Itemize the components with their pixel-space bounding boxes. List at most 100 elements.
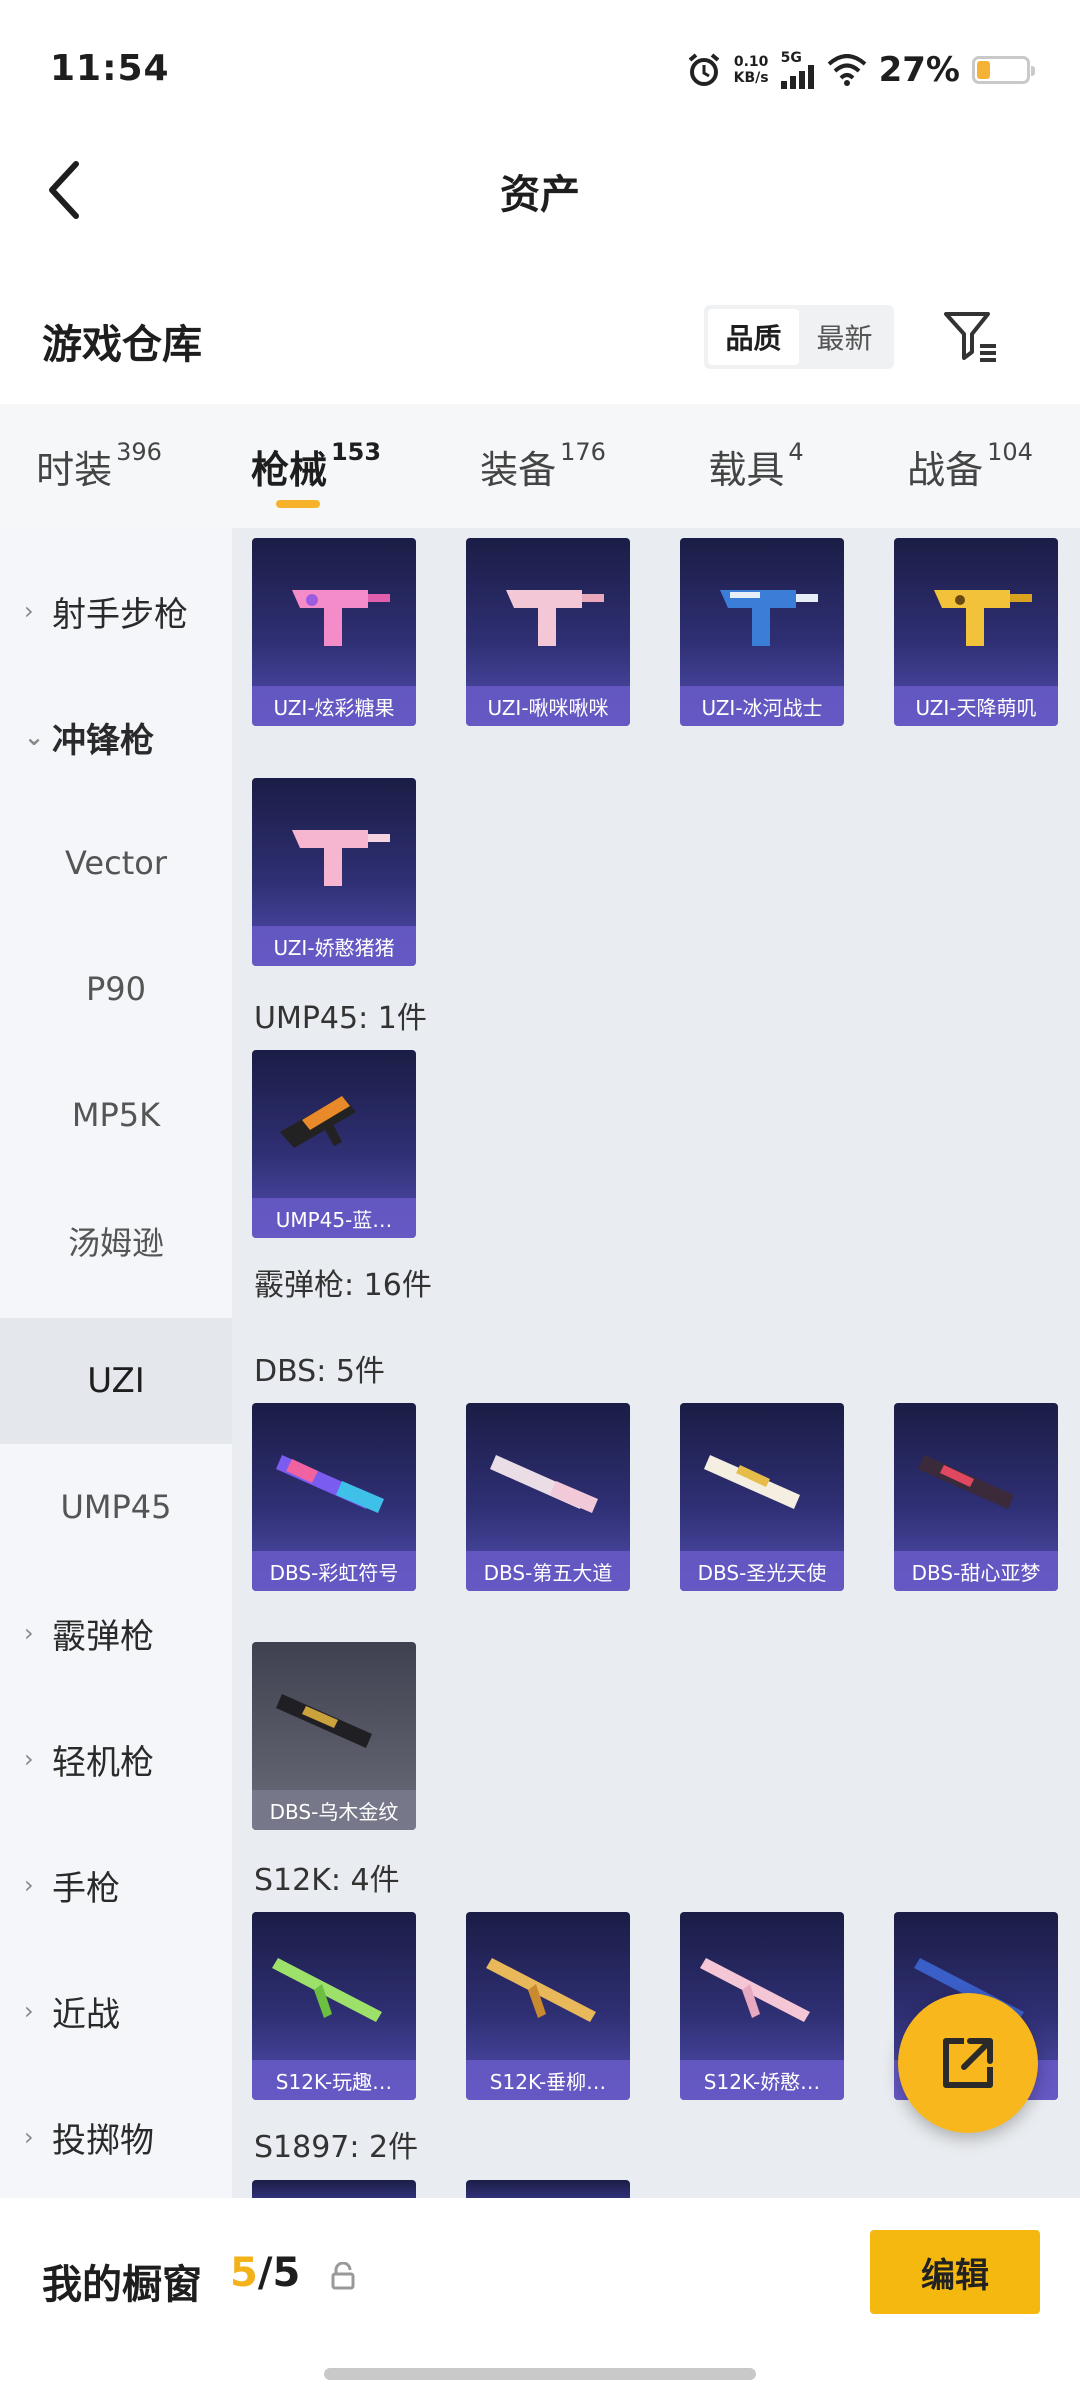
dbs-skin-icon xyxy=(490,1455,598,1513)
uzi-skin-icon xyxy=(720,590,818,646)
chevron-right-icon: › xyxy=(24,2123,34,2151)
item-name: UZI-天降萌叽 xyxy=(894,686,1058,726)
item-name: S12K-垂柳… xyxy=(466,2060,630,2100)
showcase-current: 5 xyxy=(230,2250,258,2296)
sidebar-item-pistol[interactable]: › 手枪 xyxy=(0,1822,232,1948)
item-card[interactable]: UZI-炫彩糖果 xyxy=(252,538,416,726)
tab-guns[interactable]: 枪械 153 xyxy=(198,404,434,528)
filter-icon xyxy=(944,312,996,362)
uzi-skin-icon xyxy=(506,590,604,646)
s12k-skin-icon xyxy=(486,1958,596,2022)
item-card[interactable]: DBS-甜心亚梦 xyxy=(894,1403,1058,1591)
sidebar-item-marksman-rifle[interactable]: › 射手步枪 xyxy=(0,548,232,674)
item-card[interactable]: DBS-第五大道 xyxy=(466,1403,630,1591)
item-card[interactable] xyxy=(252,2180,416,2198)
page-title: 资产 xyxy=(500,172,580,218)
sidebar-item-throwable[interactable]: › 投掷物 xyxy=(0,2074,232,2198)
sidebar-item-ump45[interactable]: UMP45 xyxy=(0,1444,232,1570)
warehouse-title: 游戏仓库 xyxy=(42,322,202,368)
app-header: 资产 xyxy=(0,140,1080,240)
sidebar-item-vector[interactable]: Vector xyxy=(0,800,232,926)
sidebar-item-shotgun[interactable]: › 霰弹枪 xyxy=(0,1570,232,1696)
network-speed: 0.10 KB/s xyxy=(734,54,769,86)
lock-icon xyxy=(330,2261,356,2294)
dbs-skin-icon xyxy=(276,1694,372,1748)
share-icon xyxy=(943,2038,993,2088)
sort-quality-button[interactable]: 品质 xyxy=(708,309,799,365)
sidebar-item-label: 投掷物 xyxy=(52,2120,154,2161)
section-header-ump45: UMP45: 1件 xyxy=(254,1001,427,1036)
battery-percent: 27% xyxy=(878,50,960,90)
filter-button[interactable] xyxy=(940,306,1000,366)
item-card[interactable]: UZI-娇憨猪猪 xyxy=(252,778,416,966)
sidebar-item-label: 冲锋枪 xyxy=(52,720,154,761)
item-name: DBS-彩虹符号 xyxy=(252,1551,416,1591)
chevron-right-icon: › xyxy=(24,1745,34,1773)
item-name: UZI-冰河战士 xyxy=(680,686,844,726)
item-card[interactable]: S12K-玩趣… xyxy=(252,1912,416,2100)
sidebar-item-lmg[interactable]: › 轻机枪 xyxy=(0,1696,232,1822)
dbs-skin-icon xyxy=(704,1455,800,1509)
sidebar-item-label: 霰弹枪 xyxy=(52,1616,154,1657)
sidebar-item-uzi[interactable]: UZI xyxy=(0,1318,232,1444)
showcase-separator: / xyxy=(257,2250,273,2296)
item-card[interactable]: UMP45-蓝… xyxy=(252,1050,416,1238)
tab-fashion[interactable]: 时装 396 xyxy=(0,404,198,528)
item-name: DBS-乌木金纹 xyxy=(252,1790,416,1830)
item-card[interactable]: DBS-圣光天使 xyxy=(680,1403,844,1591)
sidebar-item-thompson[interactable]: 汤姆逊 xyxy=(0,1178,232,1304)
tab-label: 装备 xyxy=(480,447,557,492)
tab-label: 载具 xyxy=(708,447,785,492)
chevron-right-icon: › xyxy=(24,1997,34,2025)
item-card[interactable]: S12K-垂柳… xyxy=(466,1912,630,2100)
item-card[interactable]: UZI-天降萌叽 xyxy=(894,538,1058,726)
uzi-skin-icon xyxy=(292,830,390,886)
share-button[interactable] xyxy=(898,1993,1038,2133)
sidebar-item-smg[interactable]: ⌄ 冲锋枪 xyxy=(0,674,232,800)
tab-label: 时装 xyxy=(36,447,113,492)
item-card[interactable]: S12K-娇憨… xyxy=(680,1912,844,2100)
speed-unit: KB/s xyxy=(733,70,769,86)
section-header-s1897: S1897: 2件 xyxy=(254,2130,419,2165)
chevron-down-icon: ⌄ xyxy=(24,723,45,751)
edit-button[interactable]: 编辑 xyxy=(870,2230,1040,2314)
signal-group: 5G xyxy=(780,51,815,89)
s12k-skin-icon xyxy=(700,1958,810,2022)
item-name: DBS-甜心亚梦 xyxy=(894,1551,1058,1591)
sidebar-item-p90[interactable]: P90 xyxy=(0,926,232,1052)
tab-label: 枪械 xyxy=(250,447,327,492)
sidebar-item-melee[interactable]: › 近战 xyxy=(0,1948,232,2074)
showcase-count: 5/5 xyxy=(230,2250,300,2296)
tab-vehicles[interactable]: 载具 4 xyxy=(652,404,860,528)
item-name: UZI-娇憨猪猪 xyxy=(252,926,416,966)
chevron-right-icon: › xyxy=(24,597,34,625)
item-card[interactable]: UZI-冰河战士 xyxy=(680,538,844,726)
tab-equipment[interactable]: 装备 176 xyxy=(434,404,652,528)
s12k-skin-icon xyxy=(272,1958,382,2022)
item-name: UZI-炫彩糖果 xyxy=(252,686,416,726)
uzi-skin-icon xyxy=(934,590,1032,646)
item-card[interactable]: DBS-乌木金纹 xyxy=(252,1642,416,1830)
sidebar-item-label: 轻机枪 xyxy=(52,1742,154,1783)
item-name: S12K-娇憨… xyxy=(680,2060,844,2100)
item-card[interactable]: UZI-啾咪啾咪 xyxy=(466,538,630,726)
sidebar-item-mp5k[interactable]: MP5K xyxy=(0,1052,232,1178)
item-grid: UZI-炫彩糖果 UZI-啾咪啾咪 UZI-冰河战士 UZI-天降萌叽 UZI-… xyxy=(232,528,1080,2198)
wifi-icon xyxy=(827,54,866,86)
signal-icon xyxy=(780,65,814,89)
home-indicator[interactable] xyxy=(324,2368,756,2380)
tab-supplies[interactable]: 战备 104 xyxy=(860,404,1080,528)
chevron-right-icon: › xyxy=(24,1619,34,1647)
tab-count: 4 xyxy=(788,438,804,466)
alarm-icon xyxy=(688,53,719,86)
item-card[interactable] xyxy=(466,2180,630,2198)
status-icons: 0.10 KB/s 5G 27% xyxy=(686,48,1035,92)
item-name: UMP45-蓝… xyxy=(252,1198,416,1238)
dbs-skin-icon xyxy=(276,1455,384,1513)
tab-count: 153 xyxy=(330,438,382,466)
item-card[interactable]: DBS-彩虹符号 xyxy=(252,1403,416,1591)
status-time: 11:54 xyxy=(50,48,170,89)
tab-count: 104 xyxy=(987,438,1033,466)
uzi-skin-icon xyxy=(292,590,390,646)
sort-newest-button[interactable]: 最新 xyxy=(799,309,890,365)
